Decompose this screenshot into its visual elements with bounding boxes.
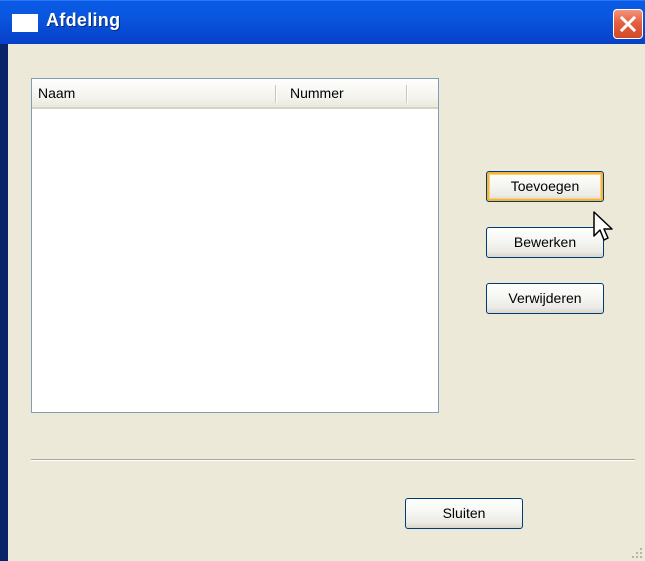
column-divider[interactable] — [406, 85, 408, 103]
column-header-nummer[interactable]: Nummer — [284, 79, 404, 107]
column-header-naam[interactable]: Naam — [32, 79, 275, 107]
window-icon — [12, 14, 38, 32]
list-header: Naam Nummer — [32, 79, 438, 109]
dialog-client-area: Naam Nummer Toevoegen Bewerken Verwijder… — [8, 44, 645, 561]
edit-button[interactable]: Bewerken — [486, 227, 604, 258]
add-button[interactable]: Toevoegen — [486, 171, 604, 202]
window-title: Afdeling — [46, 10, 121, 30]
size-grip-icon[interactable] — [631, 547, 643, 559]
close-icon — [619, 15, 637, 33]
column-divider[interactable] — [275, 85, 277, 103]
title-bar[interactable]: Afdeling — [0, 0, 645, 44]
dialog-window: Afdeling Naam Nummer Toevoegen Bewerken … — [0, 0, 645, 561]
close-button[interactable] — [613, 9, 643, 39]
afdeling-list[interactable]: Naam Nummer — [31, 78, 439, 413]
close-dialog-button[interactable]: Sluiten — [405, 498, 523, 529]
delete-button[interactable]: Verwijderen — [486, 283, 604, 314]
separator-line — [31, 459, 635, 461]
